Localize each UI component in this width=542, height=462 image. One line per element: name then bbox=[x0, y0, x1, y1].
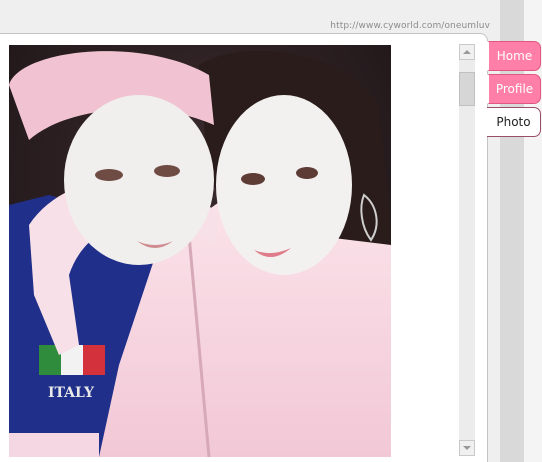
tab-photo-label: Photo bbox=[496, 115, 531, 129]
triangle-down-icon bbox=[463, 446, 471, 450]
scroll-thumb[interactable] bbox=[459, 72, 475, 106]
tab-profile[interactable]: Profile bbox=[487, 74, 541, 104]
photo-illustration: ITALY bbox=[9, 45, 391, 457]
triangle-up-icon bbox=[463, 50, 471, 54]
main-photo[interactable]: ITALY bbox=[9, 45, 391, 457]
tab-home-label: Home bbox=[496, 49, 533, 63]
scroll-up-button[interactable] bbox=[459, 44, 475, 60]
scroll-down-button[interactable] bbox=[459, 440, 475, 456]
tab-home[interactable]: Home bbox=[487, 41, 541, 71]
tab-profile-label: Profile bbox=[495, 82, 534, 96]
tab-photo[interactable]: Photo bbox=[487, 107, 541, 137]
homepage-url[interactable]: http://www.cyworld.com/oneumluv bbox=[330, 21, 490, 31]
vertical-scrollbar[interactable] bbox=[459, 44, 475, 456]
shirt-text: ITALY bbox=[48, 385, 95, 401]
